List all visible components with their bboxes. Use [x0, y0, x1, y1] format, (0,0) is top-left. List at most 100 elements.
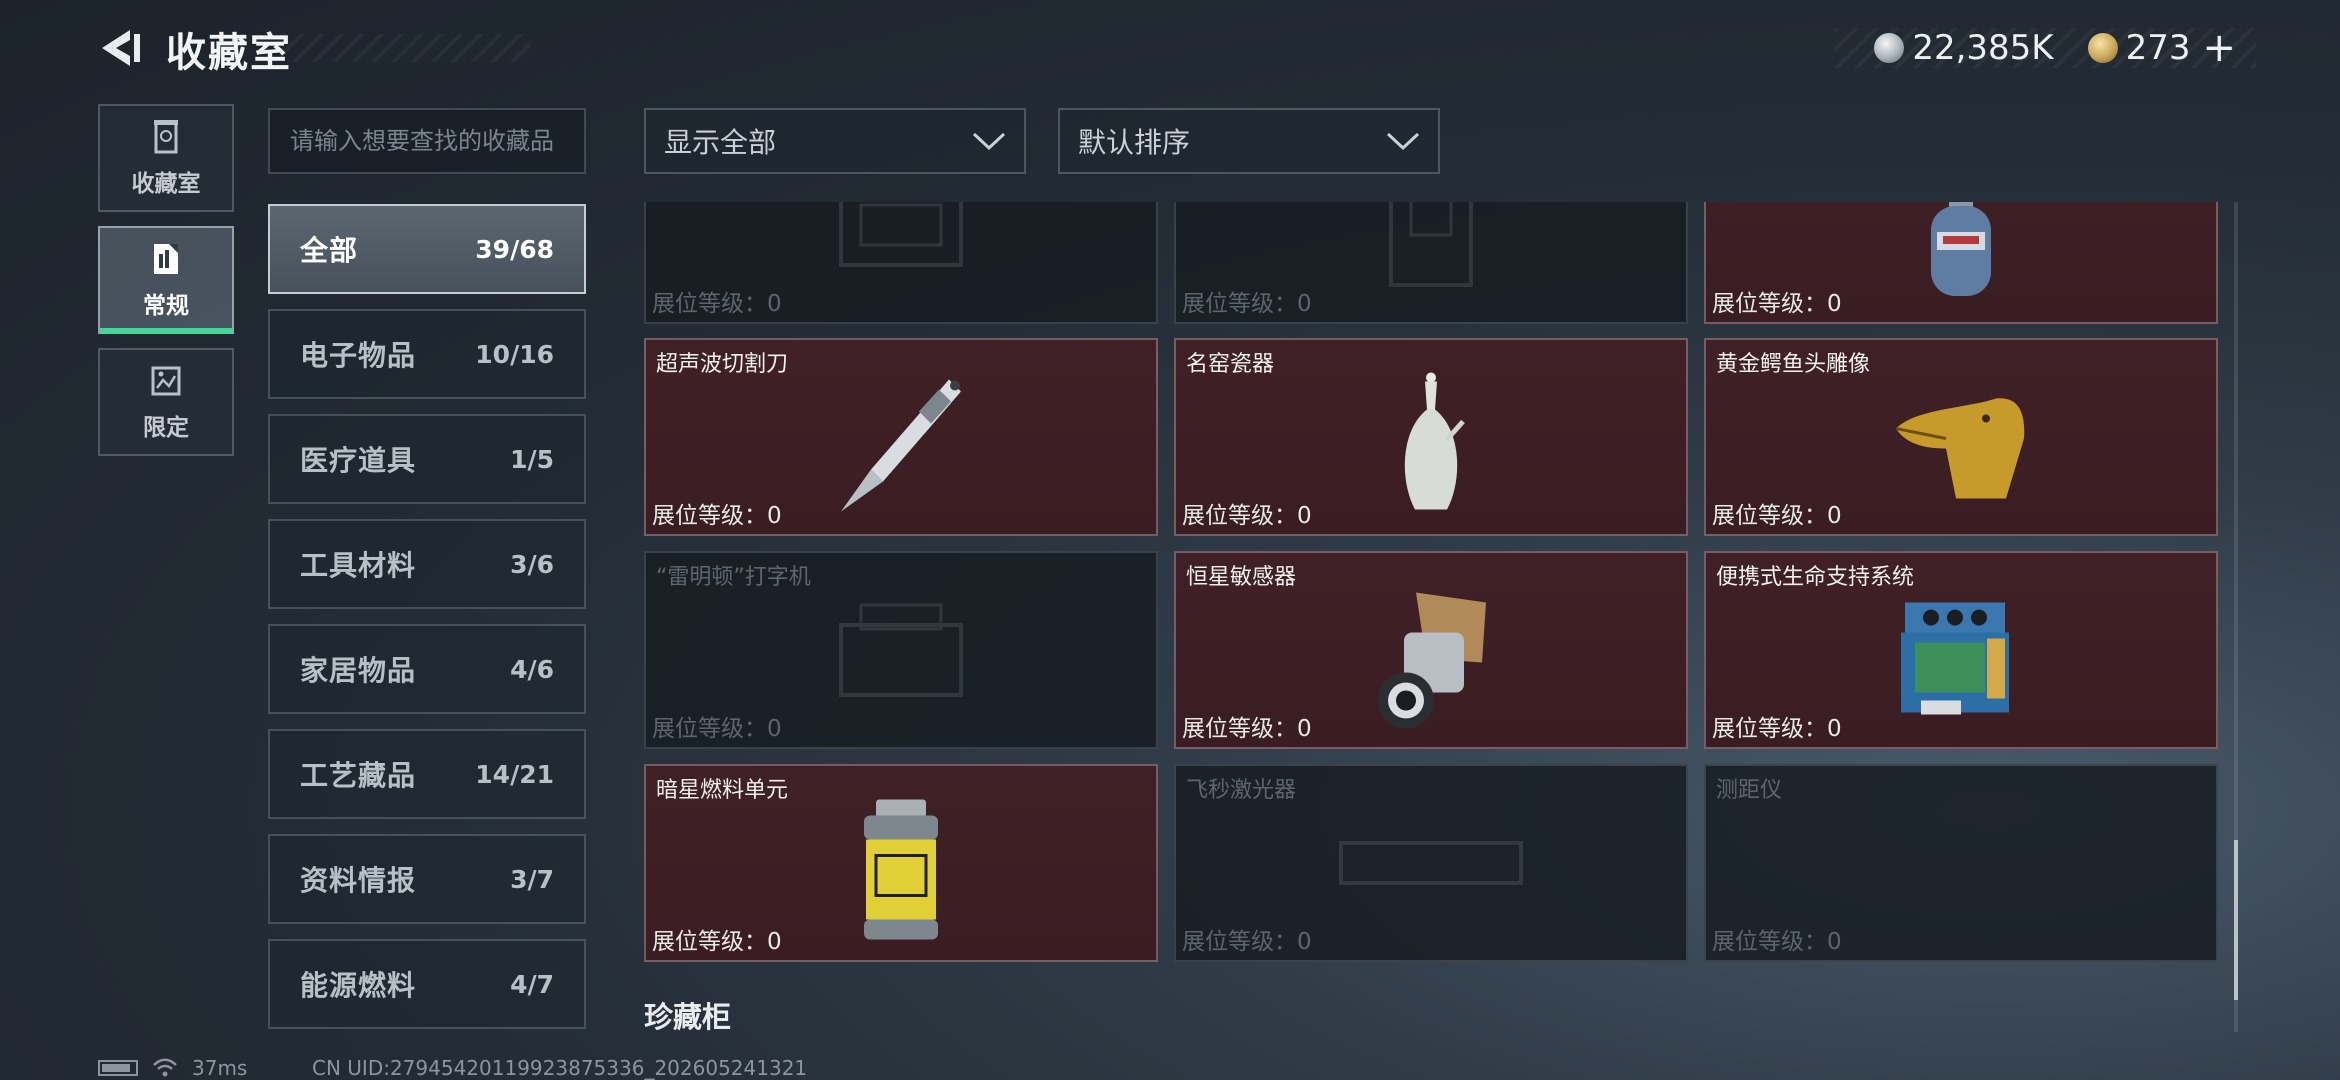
category-count: 3/6: [510, 549, 554, 579]
collection-card[interactable]: 黄金鳄鱼头雕像 展位等级：0: [1704, 338, 2218, 536]
category-intel[interactable]: 资料情报 3/7: [268, 834, 586, 924]
silver-coin-icon: [1874, 33, 1905, 63]
category-count: 10/16: [475, 339, 554, 369]
silver-currency-value: 22,385K: [1912, 28, 2054, 68]
category-count: 39/68: [475, 234, 554, 264]
locked-cabinet-icon: [1389, 202, 1473, 287]
item-name: 超声波切割刀: [656, 352, 789, 377]
category-household[interactable]: 家居物品 4/6: [268, 624, 586, 714]
side-tab-limited[interactable]: 限定: [98, 348, 234, 456]
search-input[interactable]: [268, 108, 586, 174]
category-name: 家居物品: [300, 654, 417, 687]
side-tab-regular[interactable]: 常规: [98, 226, 234, 334]
booth-level: 展位等级：0: [652, 503, 782, 529]
section-title: 珍藏柜: [644, 1000, 732, 1034]
active-tab-indicator: [100, 328, 232, 334]
golden-crocodile-icon: [1895, 398, 2025, 499]
porcelain-vase-icon: [1404, 372, 1465, 510]
back-arrow-icon: [102, 30, 140, 66]
collection-card[interactable]: 便携式生命支持系统 展位等级：0: [1704, 551, 2218, 749]
booth-level: 展位等级：0: [1712, 503, 1842, 529]
chevron-down-icon: [972, 132, 1006, 151]
sort-dropdown-value: 默认排序: [1078, 126, 1191, 159]
chevron-down-icon: [1386, 132, 1420, 151]
category-electronics[interactable]: 电子物品 10/16: [268, 309, 586, 399]
battery-icon: [98, 1060, 138, 1076]
ultrasonic-knife-icon: [841, 379, 961, 512]
page-title: 收藏室: [166, 30, 292, 76]
gold-coin-icon: [2087, 33, 2118, 63]
item-name: 名窑瓷器: [1186, 352, 1275, 377]
category-count: 14/21: [475, 759, 554, 789]
side-tab-collection-room[interactable]: 收藏室: [98, 104, 234, 212]
category-name: 能源燃料: [300, 969, 417, 1002]
collection-card[interactable]: 暗星燃料单元 展位等级：0: [644, 764, 1158, 962]
category-crafts[interactable]: 工艺藏品 14/21: [268, 729, 586, 819]
trophy-room-icon: [154, 120, 178, 154]
life-support-icon: [1901, 602, 2009, 715]
category-name: 电子物品: [300, 339, 417, 372]
back-button[interactable]: [96, 24, 146, 72]
collection-card[interactable]: 测距仪 展位等级：0: [1704, 764, 2218, 962]
collection-card[interactable]: “雷明顿”打字机 展位等级：0: [644, 551, 1158, 749]
booth-level: 展位等级：0: [652, 929, 782, 955]
collection-card[interactable]: 恒星敏感器 展位等级：0: [1174, 551, 1688, 749]
filter-dropdown-value: 显示全部: [664, 126, 777, 159]
currency-bar: 22,385K 273 +: [1834, 25, 2256, 71]
wifi-icon: [153, 1058, 177, 1077]
typewriter-icon: [839, 603, 963, 697]
title-decoration: [280, 34, 530, 62]
booth-level: 展位等级：0: [1712, 716, 1842, 742]
add-currency-button[interactable]: +: [2202, 25, 2236, 71]
category-name: 全部: [300, 234, 359, 267]
booth-level: 展位等级：0: [652, 291, 782, 317]
booth-level: 展位等级：0: [652, 716, 782, 742]
collection-card[interactable]: 展位等级：0: [1704, 202, 2218, 324]
category-count: 3/7: [510, 864, 554, 894]
booth-level: 展位等级：0: [1712, 929, 1842, 955]
collection-card[interactable]: 名窑瓷器 展位等级：0: [1174, 338, 1688, 536]
item-name: 飞秒激光器: [1186, 778, 1297, 803]
gas-tank-icon: [1931, 202, 1991, 296]
user-uid: CN UID:27945420119923875336_202605241321: [312, 1056, 808, 1080]
laser-icon: [1339, 841, 1523, 885]
gold-currency-value: 273: [2125, 28, 2191, 68]
item-name: “雷明顿”打字机: [656, 565, 811, 590]
booth-level: 展位等级：0: [1182, 716, 1312, 742]
collection-card[interactable]: 飞秒激光器 展位等级：0: [1174, 764, 1688, 962]
limited-collection-icon: [151, 366, 181, 396]
star-sensor-icon: [1378, 592, 1486, 729]
collection-grid[interactable]: 展位等级：0 展位等级：0 展位等级：0 超声波切割刀 展位等级：0 名窑瓷器: [644, 202, 2228, 968]
category-name: 资料情报: [300, 864, 417, 897]
side-tab-label: 常规: [143, 293, 189, 319]
category-tools[interactable]: 工具材料 3/6: [268, 519, 586, 609]
collection-card[interactable]: 展位等级：0: [1174, 202, 1688, 324]
category-name: 医疗道具: [300, 444, 417, 477]
category-energy[interactable]: 能源燃料 4/7: [268, 939, 586, 1029]
booth-level: 展位等级：0: [1182, 929, 1312, 955]
collection-card[interactable]: 展位等级：0: [644, 202, 1158, 324]
booth-level: 展位等级：0: [1182, 503, 1312, 529]
category-name: 工艺藏品: [300, 759, 417, 792]
status-bar: 37ms: [98, 1056, 247, 1080]
grid-scrollbar-thumb[interactable]: [2234, 840, 2238, 1000]
sort-dropdown[interactable]: 默认排序: [1058, 108, 1440, 174]
category-all[interactable]: 全部 39/68: [268, 204, 586, 294]
fuel-cell-icon: [864, 799, 938, 940]
category-count: 4/6: [510, 654, 554, 684]
locked-device-icon: [839, 202, 963, 267]
item-name: 暗星燃料单元: [656, 778, 789, 803]
item-name: 便携式生命支持系统: [1716, 565, 1915, 590]
category-count: 1/5: [510, 444, 554, 474]
ping-value: 37ms: [192, 1056, 248, 1080]
category-medical[interactable]: 医疗道具 1/5: [268, 414, 586, 504]
collection-card[interactable]: 超声波切割刀 展位等级：0: [644, 338, 1158, 536]
item-name: 测距仪: [1716, 778, 1783, 803]
booth-level: 展位等级：0: [1182, 291, 1312, 317]
booth-level: 展位等级：0: [1712, 291, 1842, 317]
filter-dropdown[interactable]: 显示全部: [644, 108, 1026, 174]
side-tab-label: 限定: [143, 415, 189, 441]
side-tab-label: 收藏室: [131, 171, 201, 197]
item-name: 恒星敏感器: [1186, 565, 1297, 590]
regular-collection-icon: [154, 244, 178, 274]
